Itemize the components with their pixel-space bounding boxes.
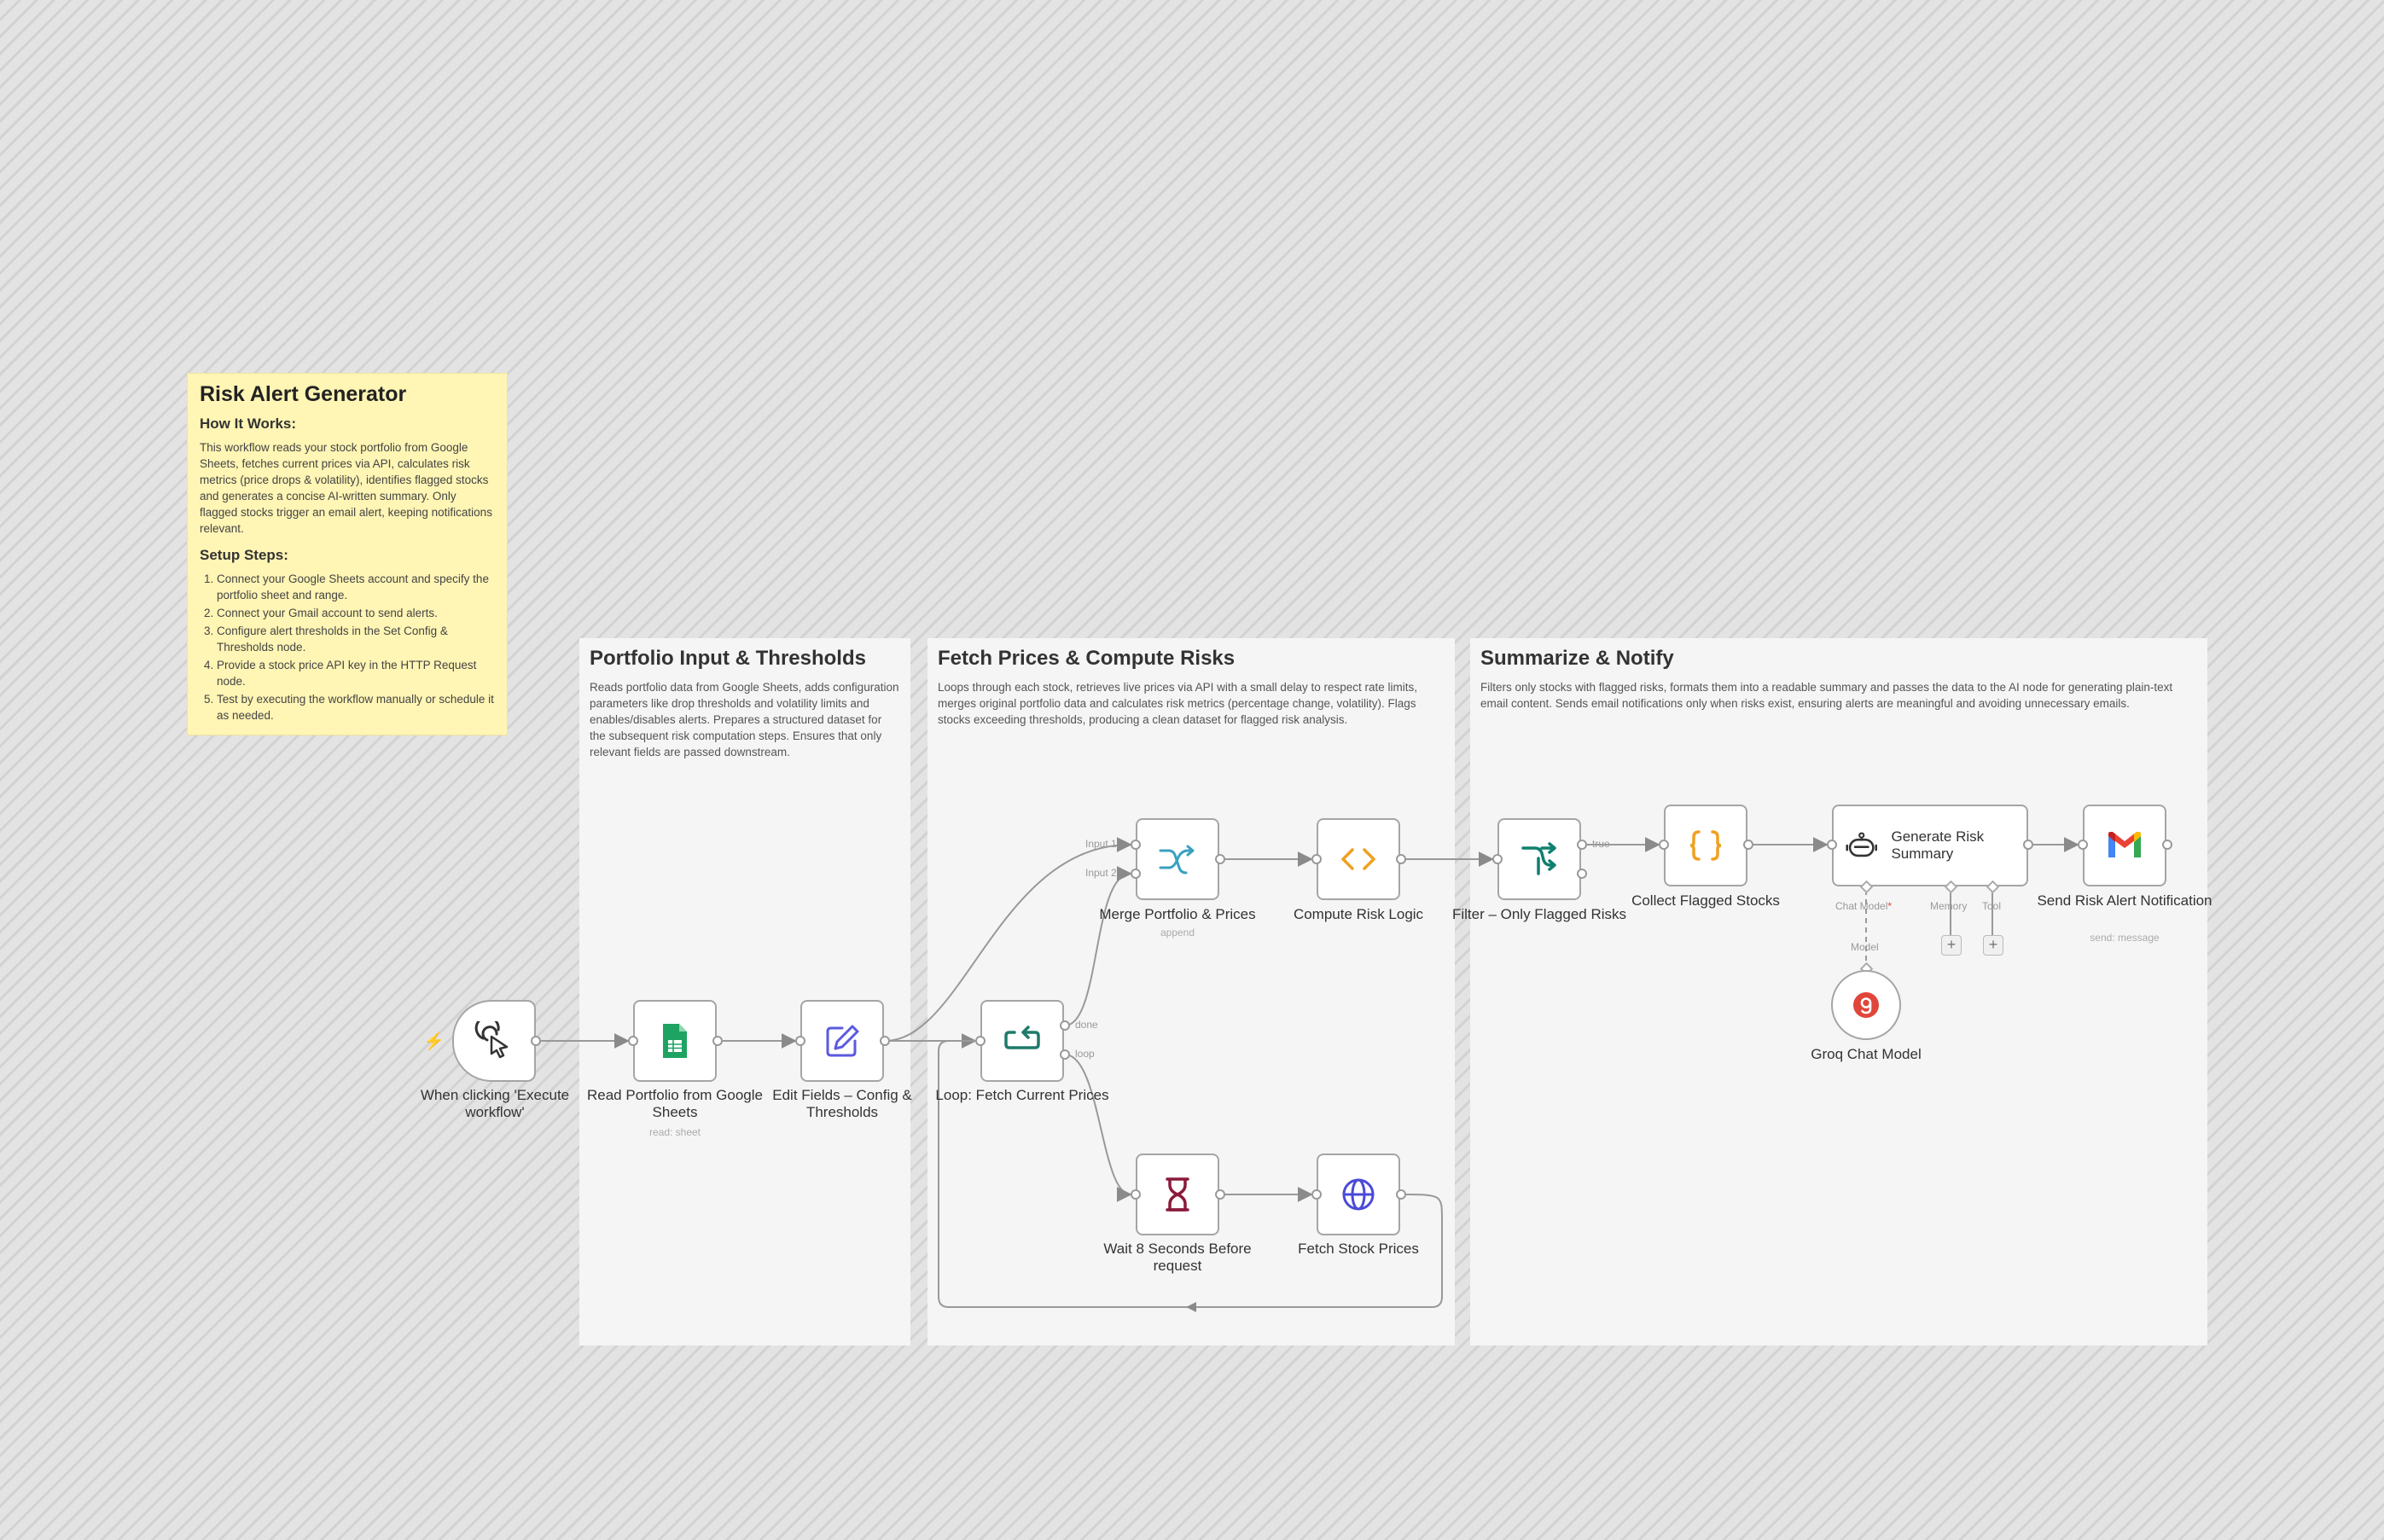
node-code[interactable] bbox=[1317, 818, 1400, 900]
node-loop[interactable] bbox=[980, 1000, 1064, 1082]
port-label-model: Model bbox=[1851, 941, 1879, 953]
output-port[interactable] bbox=[1396, 854, 1406, 864]
node-groq-chat-model[interactable] bbox=[1831, 970, 1901, 1040]
globe-icon bbox=[1342, 1178, 1375, 1211]
input-port-2[interactable] bbox=[1131, 869, 1141, 879]
node-ai-agent[interactable]: Generate Risk Summary bbox=[1832, 805, 2028, 886]
port-label-tool: Tool bbox=[1982, 900, 2002, 912]
hourglass-icon bbox=[1166, 1177, 1189, 1212]
input-port[interactable] bbox=[1827, 840, 1837, 850]
node-wait[interactable] bbox=[1136, 1154, 1219, 1235]
node-label: Generate Risk Summary bbox=[1891, 828, 1985, 862]
port-label-input1: Input 1 bbox=[1085, 838, 1117, 850]
output-port-true[interactable] bbox=[1577, 840, 1587, 850]
node-label: Wait 8 Seconds Before request bbox=[1103, 1241, 1252, 1274]
filter-split-icon bbox=[1521, 842, 1556, 875]
output-port[interactable] bbox=[2162, 840, 2172, 850]
input-port[interactable] bbox=[1311, 854, 1322, 864]
node-label: Send Risk Alert Notification bbox=[2037, 892, 2212, 909]
cursor-click-icon bbox=[474, 1021, 509, 1059]
output-port[interactable] bbox=[2023, 840, 2033, 850]
node-label: Edit Fields – Config & Thresholds bbox=[772, 1087, 912, 1120]
output-port[interactable] bbox=[1396, 1189, 1406, 1200]
output-port[interactable] bbox=[1743, 840, 1753, 850]
node-label: Compute Risk Logic bbox=[1293, 906, 1424, 922]
node-label: Read Portfolio from Google Sheets bbox=[587, 1087, 763, 1120]
input-port[interactable] bbox=[2078, 840, 2088, 850]
output-port[interactable] bbox=[531, 1036, 541, 1046]
google-sheets-icon bbox=[663, 1024, 687, 1058]
output-port-false[interactable] bbox=[1577, 869, 1587, 879]
lightning-icon: ⚡ bbox=[423, 1032, 445, 1051]
input-port-1[interactable] bbox=[1131, 840, 1141, 850]
port-label-chat-model: Chat Model* bbox=[1835, 900, 1893, 912]
node-manual-trigger[interactable] bbox=[452, 1000, 536, 1082]
loop-back-arrowhead bbox=[1186, 1302, 1196, 1312]
port-label-input2: Input 2 bbox=[1085, 867, 1117, 879]
output-port-loop[interactable] bbox=[1060, 1049, 1070, 1060]
node-filter[interactable] bbox=[1497, 818, 1581, 900]
output-port[interactable] bbox=[1215, 854, 1225, 864]
pencil-square-icon bbox=[826, 1025, 859, 1057]
input-port[interactable] bbox=[1659, 840, 1669, 850]
node-label: Fetch Stock Prices bbox=[1298, 1241, 1419, 1257]
output-port[interactable] bbox=[712, 1036, 723, 1046]
gmail-icon bbox=[2108, 832, 2141, 857]
input-port[interactable] bbox=[795, 1036, 805, 1046]
port-label-true: true bbox=[1592, 838, 1610, 850]
port-label-loop: loop bbox=[1075, 1048, 1095, 1060]
node-label: Groq Chat Model bbox=[1811, 1046, 1922, 1062]
input-port[interactable] bbox=[975, 1036, 986, 1046]
node-gmail[interactable] bbox=[2083, 805, 2166, 886]
port-label-memory: Memory bbox=[1930, 900, 1968, 912]
input-port[interactable] bbox=[628, 1036, 638, 1046]
curly-braces-icon bbox=[1689, 830, 1722, 861]
node-subtitle: send: message bbox=[2090, 932, 2160, 944]
port-label-done: done bbox=[1075, 1019, 1098, 1031]
add-memory-button[interactable]: + bbox=[1941, 935, 1962, 956]
node-label: Loop: Fetch Current Prices bbox=[935, 1087, 1109, 1103]
output-port-done[interactable] bbox=[1060, 1020, 1070, 1031]
connections bbox=[536, 837, 2079, 1312]
edge-loop-wait bbox=[1064, 1054, 1132, 1202]
node-label: Filter – Only Flagged Risks bbox=[1451, 906, 1627, 922]
node-label: When clicking 'Execute workflow' bbox=[420, 1087, 570, 1120]
robot-icon bbox=[1846, 832, 1878, 857]
loop-arrows-icon bbox=[1004, 1026, 1040, 1049]
input-port[interactable] bbox=[1131, 1189, 1141, 1200]
groq-logo-icon bbox=[1853, 992, 1879, 1018]
merge-arrows-icon bbox=[1159, 845, 1195, 875]
code-brackets-icon bbox=[1341, 848, 1375, 870]
node-label: Collect Flagged Stocks bbox=[1631, 892, 1780, 909]
node-http-request[interactable] bbox=[1317, 1154, 1400, 1235]
output-port[interactable] bbox=[880, 1036, 890, 1046]
edge-loop-merge bbox=[1064, 866, 1132, 1026]
add-tool-button[interactable]: + bbox=[1983, 935, 2003, 956]
output-port[interactable] bbox=[1215, 1189, 1225, 1200]
node-subtitle: append bbox=[1160, 927, 1195, 939]
node-merge[interactable] bbox=[1136, 818, 1219, 900]
node-google-sheets[interactable] bbox=[633, 1000, 717, 1082]
node-subtitle: read: sheet bbox=[648, 1126, 701, 1138]
input-port[interactable] bbox=[1311, 1189, 1322, 1200]
node-aggregate[interactable] bbox=[1664, 805, 1747, 886]
node-label: Merge Portfolio & Prices bbox=[1099, 906, 1256, 922]
input-port[interactable] bbox=[1492, 854, 1503, 864]
node-edit-fields[interactable] bbox=[800, 1000, 884, 1082]
